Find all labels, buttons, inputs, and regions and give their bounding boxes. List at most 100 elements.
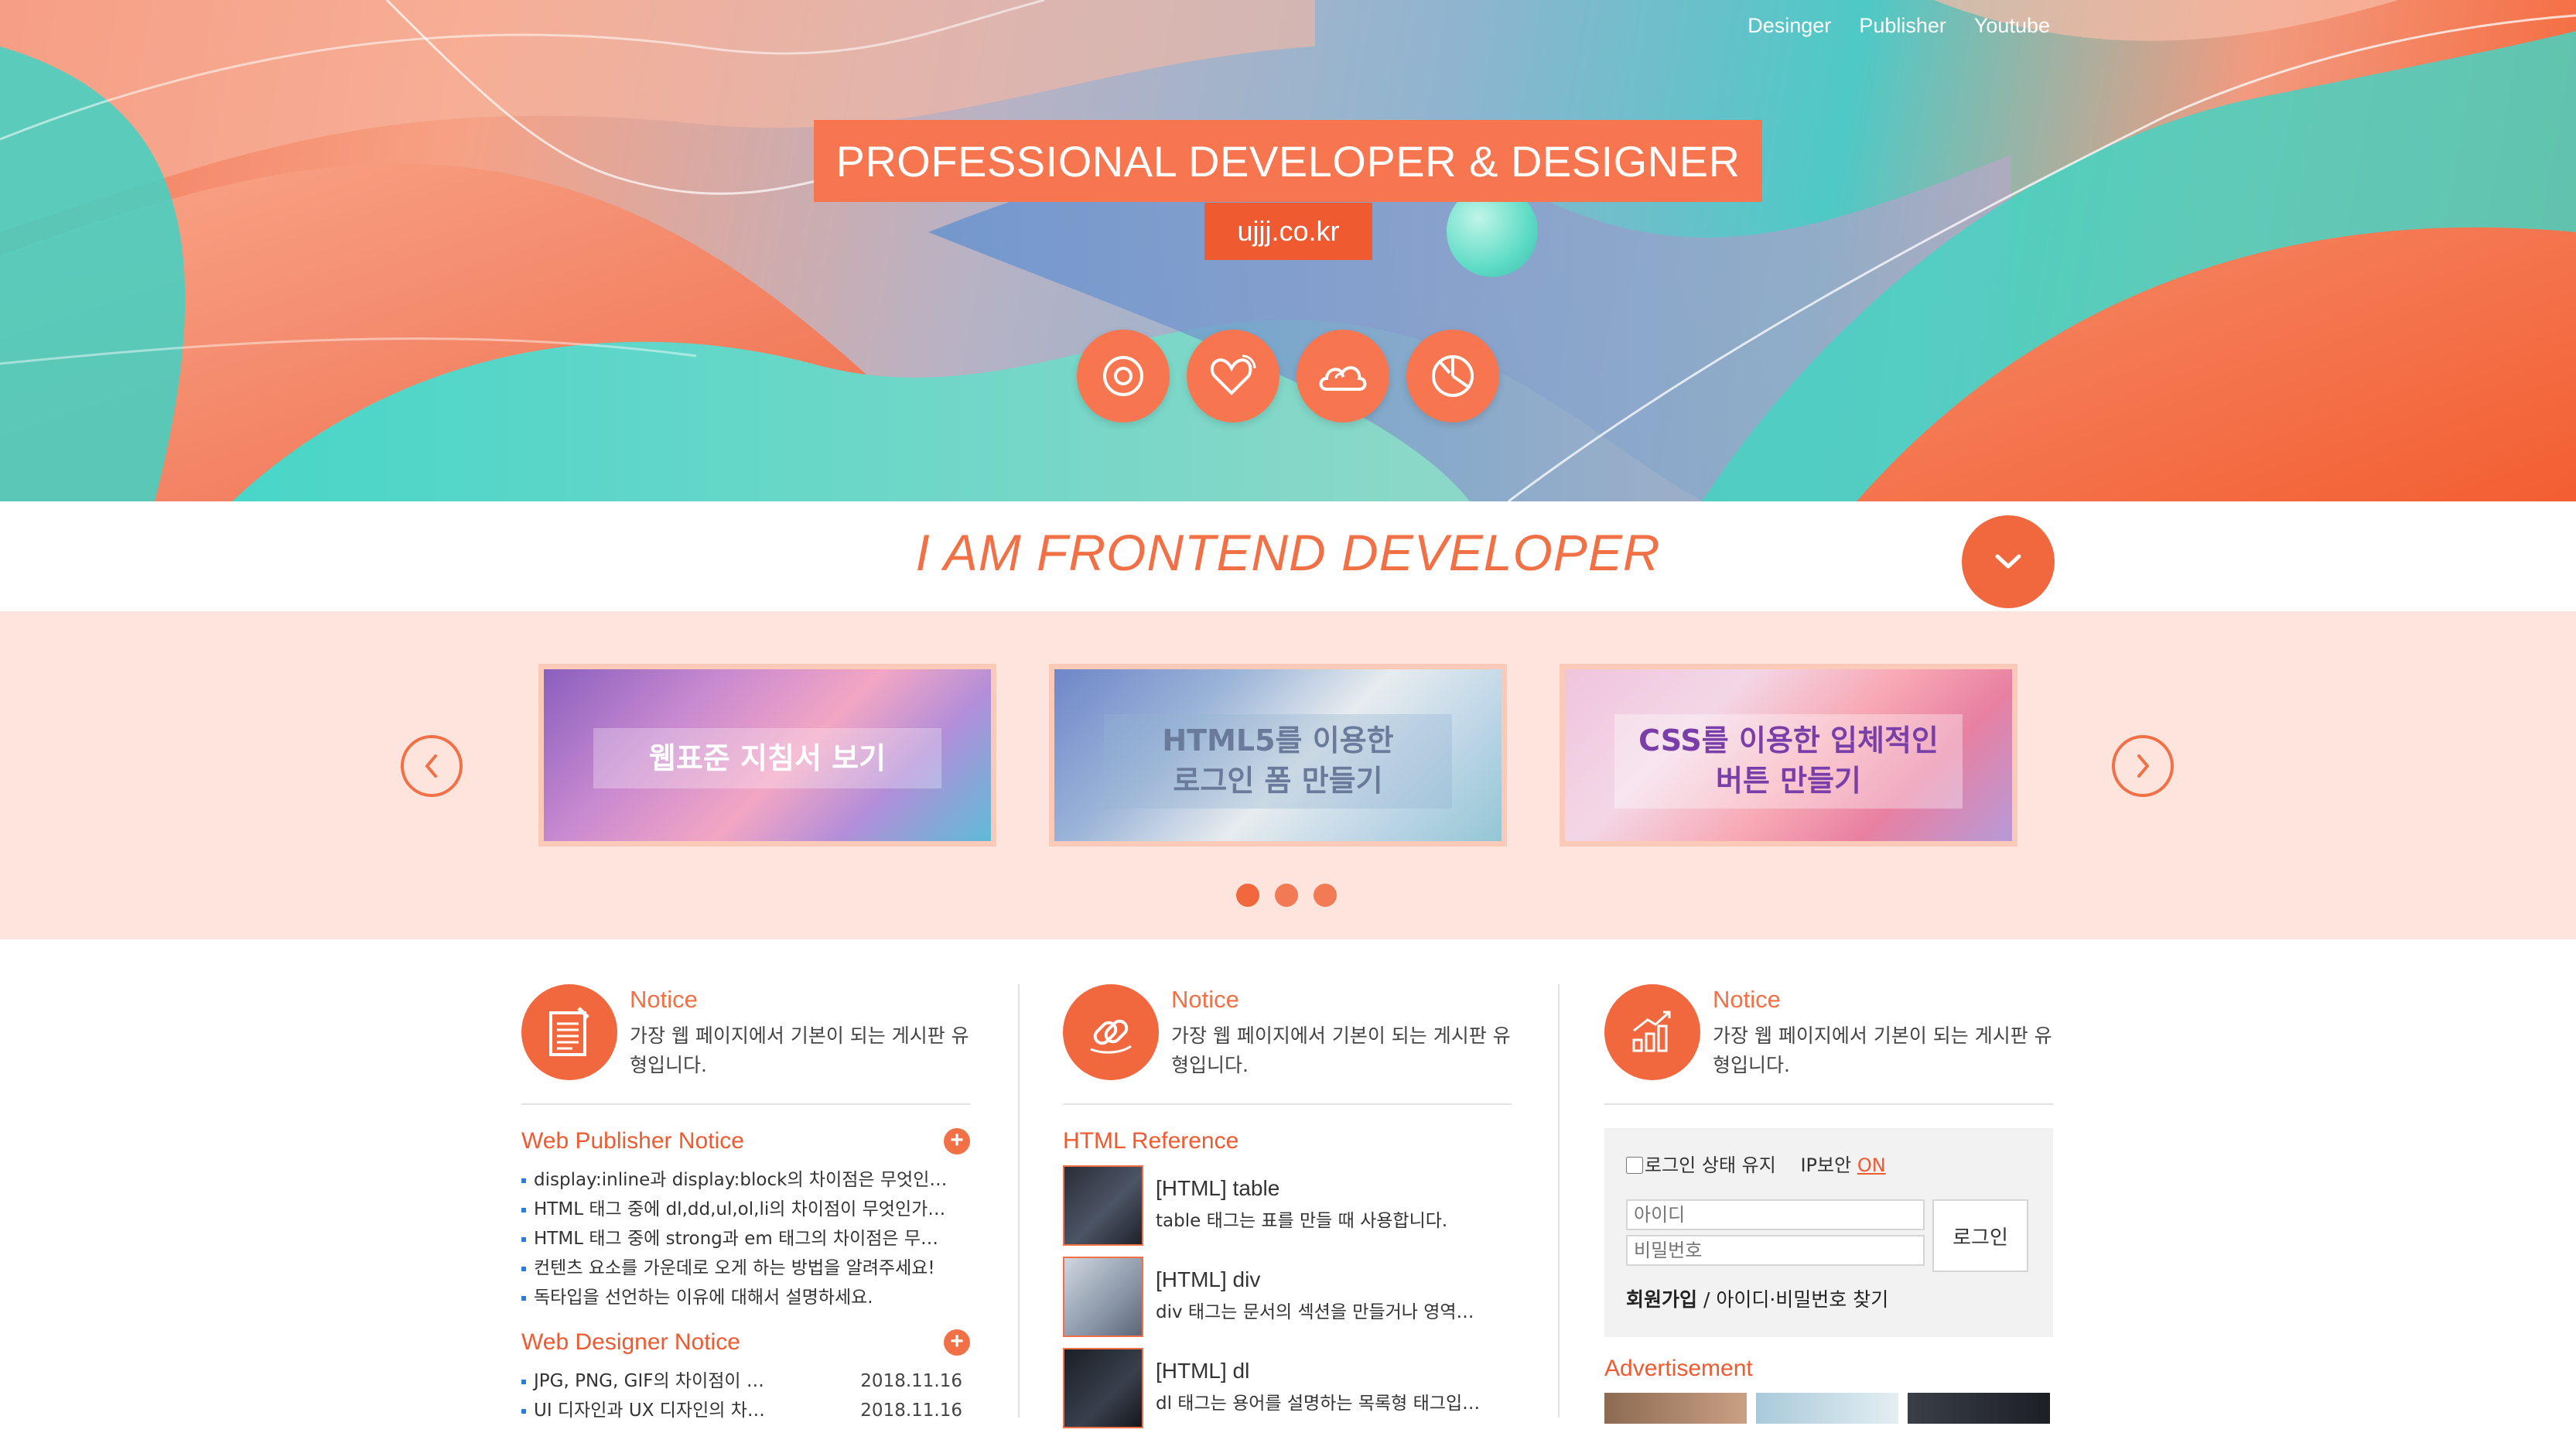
slider-pagination xyxy=(1236,884,1337,907)
pie-chart-icon-button[interactable] xyxy=(1406,330,1499,422)
reference-thumbnail xyxy=(1063,1348,1143,1428)
slider-section: 웹표준 지침서 보기 HTML5를 이용한 로그인 폼 만들기 CSS를 이용한… xyxy=(0,611,2576,939)
reference-item-desc: table 태그는 표를 만들 때 사용합니다. xyxy=(1156,1211,1448,1231)
slider-prev-button[interactable] xyxy=(401,735,463,797)
ip-security: IP보안 ON xyxy=(1800,1154,1885,1176)
section-title: Web Designer Notice + xyxy=(521,1329,970,1360)
cloud-icon xyxy=(1319,366,1367,391)
scroll-down-button[interactable] xyxy=(1962,515,2055,608)
column-reference: Notice 가장 웹 페이지에서 기본이 되는 게시판 유형입니다. HTML… xyxy=(1063,984,1512,1433)
list-item[interactable]: HTML 태그 중에 strong과 em 태그의 차이점은 무… xyxy=(521,1224,962,1253)
list-item-date: 2018.11.16 xyxy=(854,1366,962,1396)
column-login: Notice 가장 웹 페이지에서 기본이 되는 게시판 유형입니다. 로그인 … xyxy=(1604,984,2053,1424)
pie-chart-icon xyxy=(1432,355,1474,397)
list-item[interactable]: JPG, PNG, GIF의 차이점이 … 2018.11.16 xyxy=(521,1366,962,1396)
designer-notice-list: JPG, PNG, GIF의 차이점이 … 2018.11.16 UI 디자인과 … xyxy=(521,1366,970,1425)
reference-item-title: [HTML] dl xyxy=(1156,1359,1250,1383)
heart-icon xyxy=(1210,354,1256,395)
target-icon-button[interactable] xyxy=(1077,330,1170,422)
list-item-date: 2018.11.16 xyxy=(854,1396,962,1425)
column-header: Notice 가장 웹 페이지에서 기본이 되는 게시판 유형입니다. xyxy=(521,984,970,1105)
nav-link-publisher[interactable]: Publisher xyxy=(1859,14,1946,38)
more-button[interactable]: + xyxy=(944,1128,970,1154)
slide-caption: 웹표준 지침서 보기 xyxy=(593,728,941,788)
list-item[interactable]: display:inline과 display:block의 차이점은 무엇인… xyxy=(521,1165,962,1195)
hero-subtitle: ujjj.co.kr xyxy=(1204,203,1372,260)
section-title: Web Publisher Notice + xyxy=(521,1128,970,1159)
slider-next-button[interactable] xyxy=(2112,735,2174,797)
intro-heading: I AM FRONTEND DEVELOPER xyxy=(915,524,1661,581)
reference-title[interactable]: HTML Reference xyxy=(1063,1128,1238,1154)
advertisement-banner[interactable] xyxy=(1756,1393,1898,1424)
chevron-right-icon xyxy=(2137,754,2149,778)
reference-item[interactable]: [HTML] dl dl 태그는 용어를 설명하는 목록형 태그입… xyxy=(1063,1342,1512,1433)
list-item[interactable]: 컨텐츠 요소를 가운데로 오게 하는 방법을 알려주세요! xyxy=(521,1253,962,1283)
nav-link-designer[interactable]: Desinger xyxy=(1748,14,1831,38)
reference-thumbnail xyxy=(1063,1257,1143,1337)
list-item-text: JPG, PNG, GIF의 차이점이 … xyxy=(534,1371,764,1391)
cloud-icon-button[interactable] xyxy=(1297,330,1389,422)
slide-caption-line: HTML5를 이용한 xyxy=(1162,723,1394,758)
target-icon xyxy=(1103,356,1143,396)
hero-title: PROFESSIONAL DEVELOPER & DESIGNER xyxy=(814,120,1762,202)
keep-login-checkbox-label[interactable]: 로그인 상태 유지 IP보안 ON xyxy=(1626,1150,1886,1177)
slide-card-3[interactable]: CSS를 이용한 입체적인 버튼 만들기 xyxy=(1560,664,2017,846)
column-divider xyxy=(1018,984,1020,1418)
reference-thumbnail xyxy=(1063,1165,1143,1246)
keep-login-label: 로그인 상태 유지 xyxy=(1645,1154,1776,1176)
column-description: 가장 웹 페이지에서 기본이 되는 게시판 유형입니다. xyxy=(1171,1024,1511,1076)
slider-dot-2[interactable] xyxy=(1275,884,1298,907)
section-title: HTML Reference xyxy=(1063,1128,1512,1159)
list-item[interactable]: 독타입을 선언하는 이유에 대해서 설명하세요. xyxy=(521,1283,962,1312)
column-title: Notice xyxy=(1713,986,1781,1013)
column-title: Notice xyxy=(1171,986,1239,1013)
ip-security-label: IP보안 xyxy=(1800,1154,1852,1176)
slide-caption-line: 웹표준 지침서 보기 xyxy=(648,741,887,775)
reference-item-title: [HTML] table xyxy=(1156,1176,1280,1200)
chevron-down-icon xyxy=(1995,554,2021,569)
nav-link-youtube[interactable]: Youtube xyxy=(1974,14,2050,38)
slide-caption-line: 버튼 만들기 xyxy=(1715,764,1862,798)
slide-card-2[interactable]: HTML5를 이용한 로그인 폼 만들기 xyxy=(1049,664,1507,846)
slide-caption-line: CSS를 이용한 입체적인 xyxy=(1638,723,1939,758)
chevron-left-icon xyxy=(425,754,437,778)
list-item-text: UI 디자인과 UX 디자인의 차… xyxy=(534,1401,765,1421)
column-header: Notice 가장 웹 페이지에서 기본이 되는 게시판 유형입니다. xyxy=(1063,984,1512,1105)
column-description: 가장 웹 페이지에서 기본이 되는 게시판 유형입니다. xyxy=(630,1024,969,1076)
publisher-notice-title[interactable]: Web Publisher Notice xyxy=(521,1128,744,1154)
column-divider xyxy=(1558,984,1560,1418)
reference-item-desc: dl 태그는 용어를 설명하는 목록형 태그입… xyxy=(1156,1394,1481,1414)
column-description: 가장 웹 페이지에서 기본이 되는 게시판 유형입니다. xyxy=(1713,1024,2052,1076)
column-publisher: Notice 가장 웹 페이지에서 기본이 되는 게시판 유형입니다. Web … xyxy=(521,984,970,1425)
more-button[interactable]: + xyxy=(944,1329,970,1356)
hero-section: Desinger Publisher Youtube PROFESSIONAL … xyxy=(0,0,2576,501)
slide-caption-line: 로그인 폼 만들기 xyxy=(1173,764,1383,798)
column-header: Notice 가장 웹 페이지에서 기본이 되는 게시판 유형입니다. xyxy=(1604,984,2053,1105)
intro-banner: I AM FRONTEND DEVELOPER xyxy=(0,501,2576,611)
document-icon xyxy=(521,984,617,1080)
growth-chart-icon xyxy=(1604,984,1700,1080)
id-input[interactable] xyxy=(1626,1199,1925,1230)
password-input[interactable] xyxy=(1626,1235,1925,1266)
slider-dot-1[interactable] xyxy=(1236,884,1259,907)
login-button[interactable]: 로그인 xyxy=(1932,1199,2028,1272)
reference-item-title: [HTML] div xyxy=(1156,1267,1261,1291)
ip-security-toggle[interactable]: ON xyxy=(1857,1154,1886,1176)
slide-caption: CSS를 이용한 입체적인 버튼 만들기 xyxy=(1614,714,1963,809)
link-icon xyxy=(1063,984,1159,1080)
heart-icon-button[interactable] xyxy=(1187,330,1279,422)
advertisement-banner[interactable] xyxy=(1908,1393,2050,1424)
find-account-link[interactable]: / 아이디·비밀번호 찾기 xyxy=(1703,1288,1888,1311)
slider-dot-3[interactable] xyxy=(1314,884,1337,907)
list-item[interactable]: UI 디자인과 UX 디자인의 차… 2018.11.16 xyxy=(521,1396,962,1425)
keep-login-checkbox[interactable] xyxy=(1626,1157,1643,1174)
publisher-notice-list: display:inline과 display:block의 차이점은 무엇인…… xyxy=(521,1165,970,1312)
join-link[interactable]: 회원가입 xyxy=(1626,1288,1697,1311)
slide-card-1[interactable]: 웹표준 지침서 보기 xyxy=(538,664,996,846)
reference-item[interactable]: [HTML] table table 태그는 표를 만들 때 사용합니다. xyxy=(1063,1159,1512,1250)
designer-notice-title[interactable]: Web Designer Notice xyxy=(521,1329,740,1355)
reference-item[interactable]: [HTML] div div 태그는 문서의 섹션을 만들거나 영역… xyxy=(1063,1250,1512,1342)
list-item[interactable]: HTML 태그 중에 dl,dd,ul,ol,li의 차이점이 무엇인가… xyxy=(521,1195,962,1224)
reference-item-desc: div 태그는 문서의 섹션을 만들거나 영역… xyxy=(1156,1302,1474,1322)
advertisement-banner[interactable] xyxy=(1604,1393,1747,1424)
